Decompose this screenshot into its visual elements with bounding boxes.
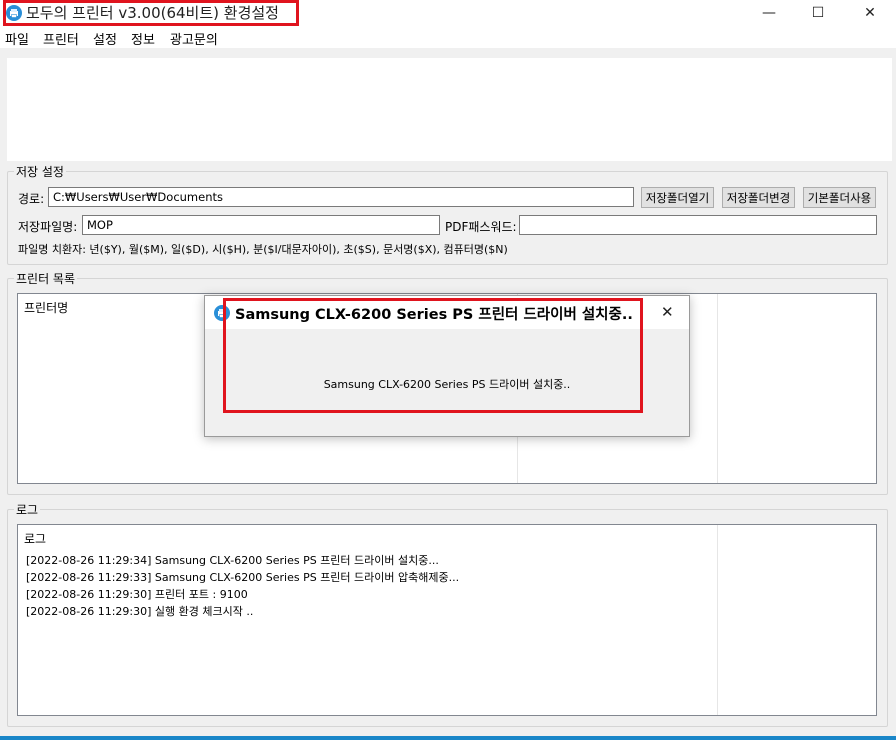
- menu-info[interactable]: 정보: [131, 29, 155, 48]
- menu-printer[interactable]: 프린터: [43, 29, 79, 48]
- log-column-header[interactable]: 로그: [24, 530, 46, 547]
- printer-list-legend: 프린터 목록: [16, 272, 76, 286]
- default-folder-button[interactable]: 기본폴더사용: [803, 187, 876, 208]
- open-folder-button[interactable]: 저장폴더열기: [641, 187, 714, 208]
- banner-area: [7, 58, 892, 161]
- change-folder-button[interactable]: 저장폴더변경: [722, 187, 795, 208]
- column-divider: [717, 525, 718, 715]
- log-legend: 로그: [16, 503, 39, 517]
- menu-settings[interactable]: 설정: [93, 29, 117, 48]
- log-entry: [2022-08-26 11:29:33] Samsung CLX-6200 S…: [26, 571, 460, 584]
- storage-settings-legend: 저장 설정: [16, 165, 64, 179]
- column-divider: [717, 294, 718, 483]
- printer-name-column-header[interactable]: 프린터명: [24, 299, 68, 316]
- log-entry: [2022-08-26 11:29:30] 프린터 포트 : 9100: [26, 588, 248, 601]
- minimize-button[interactable]: —: [746, 0, 792, 26]
- pdf-password-field[interactable]: [519, 215, 877, 235]
- menu-file[interactable]: 파일: [5, 29, 29, 48]
- log-entry: [2022-08-26 11:29:30] 실행 환경 체크시작 ..: [26, 605, 254, 618]
- maximize-button[interactable]: ☐: [795, 0, 841, 26]
- close-button[interactable]: ✕: [847, 0, 893, 26]
- filename-label: 저장파일명:: [18, 220, 78, 234]
- log-list[interactable]: 로그 [2022-08-26 11:29:34] Samsung CLX-620…: [17, 524, 877, 716]
- install-progress-dialog: Samsung CLX-6200 Series PS 프린터 드라이버 설치중.…: [204, 295, 690, 437]
- log-entry: [2022-08-26 11:29:34] Samsung CLX-6200 S…: [26, 554, 439, 567]
- menu-ad-inquiry[interactable]: 광고문의: [170, 29, 218, 48]
- title-highlight-box: [3, 0, 299, 26]
- taskbar-edge: [0, 736, 896, 740]
- substitution-hint: 파일명 치환자: 년($Y), 월($M), 일($D), 시($H), 분($…: [18, 243, 508, 256]
- dialog-close-button[interactable]: ✕: [661, 303, 674, 321]
- dialog-highlight-box: [223, 298, 643, 413]
- path-field[interactable]: C:₩Users₩User₩Documents: [48, 187, 634, 207]
- filename-field[interactable]: MOP: [82, 215, 440, 235]
- path-label: 경로:: [18, 192, 45, 206]
- pdf-password-label: PDF패스워드:: [445, 220, 517, 234]
